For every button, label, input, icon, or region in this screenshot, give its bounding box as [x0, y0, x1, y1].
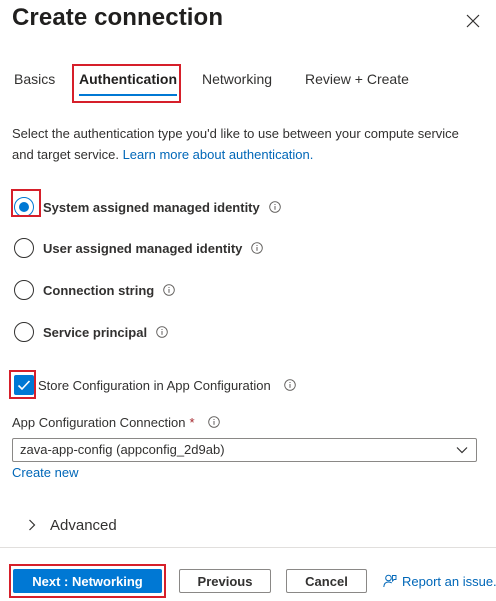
tab-basics[interactable]: Basics [14, 62, 55, 98]
radio-label: Connection string [43, 282, 155, 298]
store-config-checkbox-row[interactable]: Store Configuration in App Configuration [12, 373, 296, 397]
radio-label: User assigned managed identity [43, 240, 243, 256]
tab-review-create[interactable]: Review + Create [305, 62, 409, 98]
radio-connection-string[interactable]: Connection string [14, 278, 175, 302]
required-marker: * [189, 415, 195, 430]
next-networking-button[interactable]: Next : Networking [13, 569, 162, 593]
info-icon [251, 242, 264, 254]
previous-button[interactable]: Previous [179, 569, 271, 593]
report-issue-link[interactable]: Report an issue. [383, 571, 496, 591]
radio-button[interactable] [14, 280, 34, 300]
chevron-right-icon [29, 519, 36, 531]
auth-description: Select the authentication type you'd lik… [12, 123, 484, 165]
radio-label: System assigned managed identity [43, 199, 260, 215]
info-icon [208, 416, 220, 428]
create-new-link[interactable]: Create new [12, 465, 78, 480]
advanced-expander[interactable]: Advanced [28, 514, 117, 536]
app-config-connection-label: App Configuration Connection * [12, 415, 220, 430]
info-icon [156, 326, 168, 338]
chevron-down-icon [456, 447, 468, 454]
checkmark-icon [17, 380, 31, 391]
radio-system-assigned[interactable]: System assigned managed identity [14, 195, 281, 219]
tab-bar: Basics Authentication Networking Review … [0, 62, 496, 104]
info-icon [283, 379, 296, 391]
radio-button-selected[interactable] [14, 197, 34, 217]
app-config-connection-dropdown[interactable]: zava-app-config (appconfig_2d9ab) [12, 438, 477, 462]
close-icon [466, 14, 480, 28]
radio-button[interactable] [14, 238, 34, 258]
radio-user-assigned[interactable]: User assigned managed identity [14, 236, 264, 260]
field-label-text: App Configuration Connection [12, 415, 186, 430]
cancel-button[interactable]: Cancel [286, 569, 367, 593]
feedback-person-icon [383, 574, 397, 588]
info-icon [163, 284, 175, 296]
advanced-label: Advanced [50, 516, 117, 534]
dropdown-value: zava-app-config (appconfig_2d9ab) [20, 442, 225, 457]
radio-button[interactable] [14, 322, 34, 342]
radio-service-principal[interactable]: Service principal [14, 320, 168, 344]
tab-networking[interactable]: Networking [202, 62, 272, 98]
learn-more-link[interactable]: Learn more about authentication. [123, 147, 314, 162]
footer-divider [0, 547, 496, 548]
store-config-label: Store Configuration in App Configuration [38, 377, 271, 393]
radio-label: Service principal [43, 324, 148, 340]
info-icon [268, 201, 281, 213]
store-config-checkbox[interactable] [14, 375, 34, 395]
page-title: Create connection [12, 4, 224, 31]
report-issue-label: Report an issue. [402, 573, 496, 589]
tab-authentication[interactable]: Authentication [73, 62, 183, 98]
close-button[interactable] [462, 10, 484, 32]
